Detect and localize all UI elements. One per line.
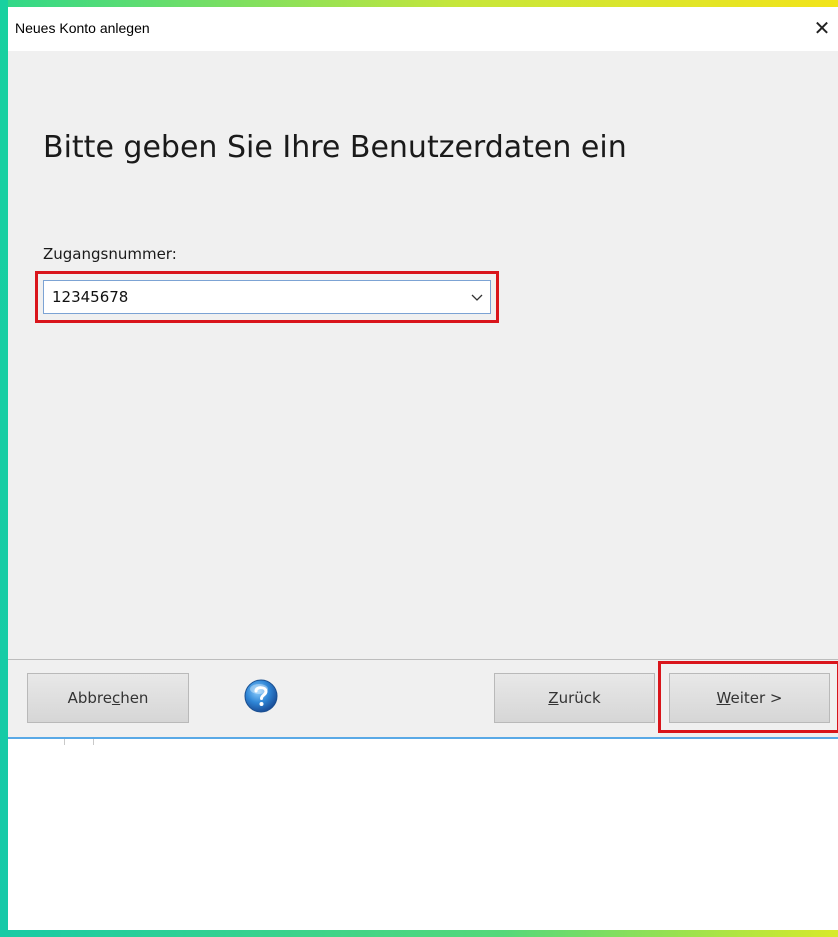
back-button[interactable]: Zurück bbox=[494, 673, 655, 723]
back-mnemonic: Z bbox=[548, 689, 559, 707]
back-label: urück bbox=[558, 689, 601, 707]
access-number-label: Zugangsnummer: bbox=[43, 245, 177, 263]
cancel-label-part1: Abbre bbox=[67, 689, 112, 707]
window-title: Neues Konto anlegen bbox=[15, 20, 150, 36]
close-icon[interactable]: ✕ bbox=[810, 16, 834, 40]
cancel-mnemonic: c bbox=[111, 689, 121, 707]
page-title: Bitte geben Sie Ihre Benutzerdaten ein bbox=[43, 130, 627, 165]
frame-border-top bbox=[0, 0, 838, 7]
access-number-value: 12345678 bbox=[52, 288, 129, 306]
next-label: eiter > bbox=[730, 689, 783, 707]
screenshot-frame: Neues Konto anlegen ✕ Bitte geben Sie Ih… bbox=[0, 0, 838, 937]
chevron-down-icon[interactable] bbox=[470, 292, 484, 304]
next-button[interactable]: Weiter > bbox=[669, 673, 830, 723]
frame-border-left bbox=[0, 0, 8, 937]
access-number-select[interactable]: 12345678 bbox=[43, 280, 491, 314]
frame-border-bottom bbox=[0, 930, 838, 937]
dialog-window: Neues Konto anlegen ✕ Bitte geben Sie Ih… bbox=[8, 7, 838, 737]
footer-divider bbox=[8, 659, 838, 660]
help-icon[interactable] bbox=[243, 678, 279, 714]
cancel-button[interactable]: Abbrechen bbox=[27, 673, 189, 723]
cancel-label-part2: hen bbox=[120, 689, 149, 707]
next-mnemonic: W bbox=[716, 689, 731, 707]
title-bar: Neues Konto anlegen ✕ bbox=[8, 7, 838, 51]
taskbar-accent-line bbox=[8, 737, 838, 739]
divider-tick bbox=[93, 739, 94, 745]
divider-tick bbox=[64, 739, 65, 745]
